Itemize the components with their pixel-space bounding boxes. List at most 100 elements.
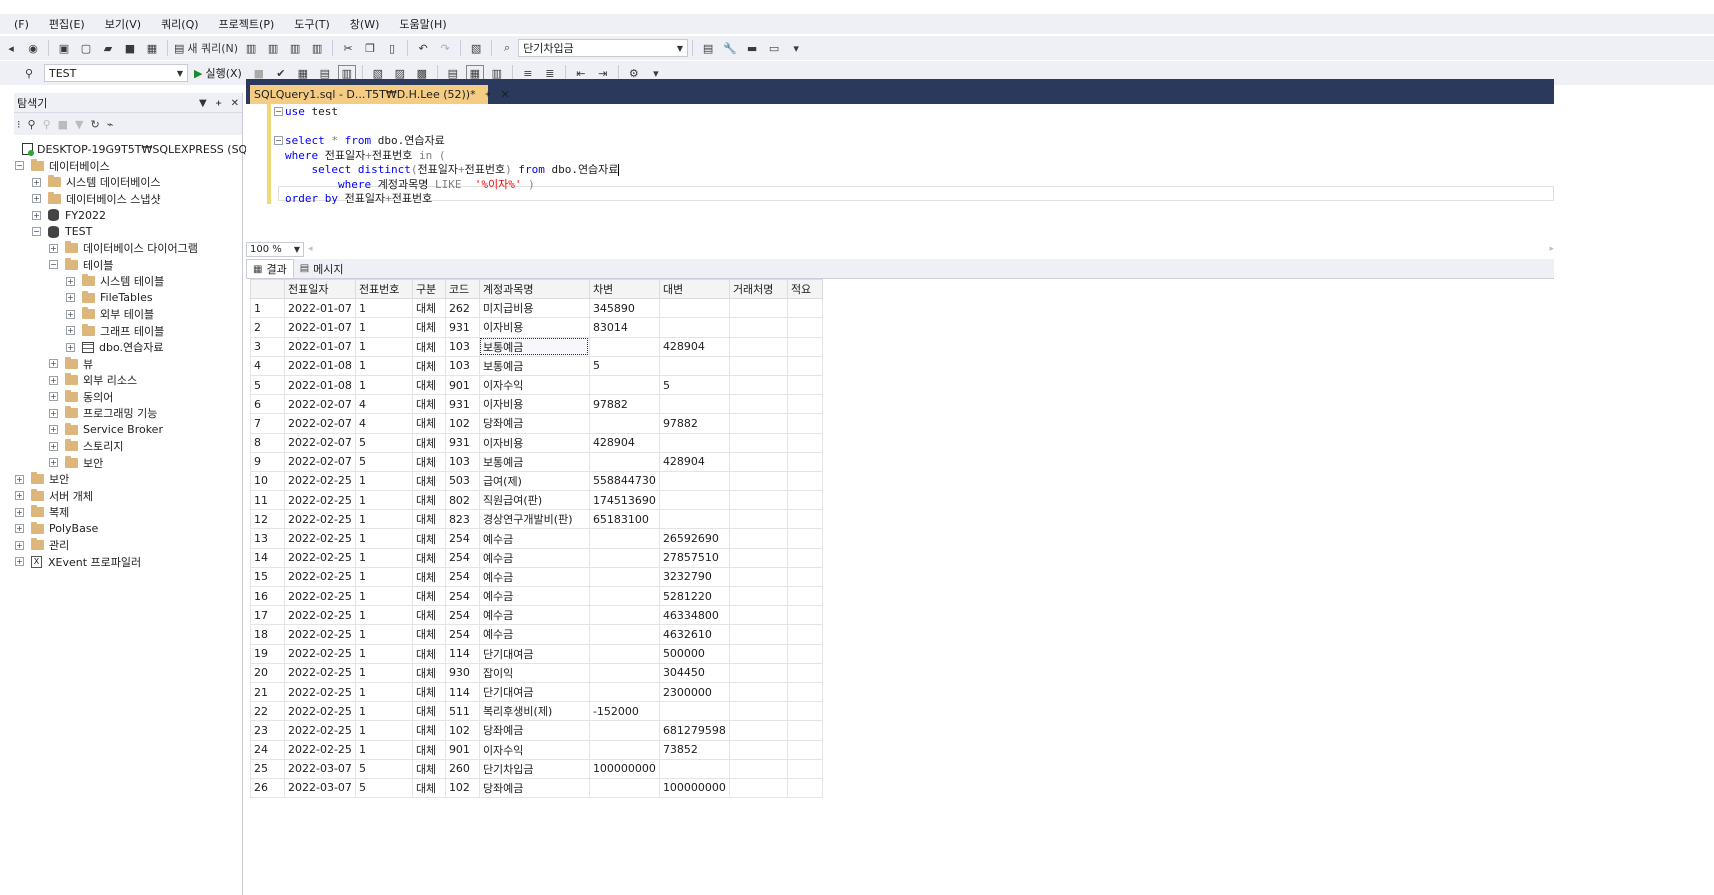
table-cell[interactable]: 이자비용 xyxy=(478,394,590,415)
tree-node[interactable]: + Service Broker xyxy=(14,422,242,439)
table-row[interactable]: 1 2022-01-07 1 대체 262 미지급비용 345890 xyxy=(250,298,823,319)
table-cell[interactable] xyxy=(588,413,660,434)
table-row[interactable]: 23 2022-02-25 1 대체 102 당좌예금 681279598 xyxy=(250,720,823,741)
menu-item[interactable]: 편집(E) xyxy=(49,16,85,32)
close-icon[interactable]: ✕ xyxy=(501,88,510,101)
table-cell[interactable] xyxy=(728,394,788,415)
table-cell[interactable]: 2022-01-08 xyxy=(284,355,356,376)
table-cell[interactable]: 304450 xyxy=(658,662,730,683)
table-cell[interactable]: 대체 xyxy=(411,509,446,530)
table-row[interactable]: 18 2022-02-25 1 대체 254 예수금 4632610 xyxy=(250,624,823,645)
tree-node[interactable]: + 외부 테이블 xyxy=(14,306,242,323)
table-cell[interactable]: 1 xyxy=(354,470,413,492)
table-cell[interactable] xyxy=(728,643,788,664)
table-cell[interactable]: 대체 xyxy=(411,701,446,722)
table-cell[interactable] xyxy=(728,681,788,703)
table-cell[interactable] xyxy=(786,566,823,588)
table-cell[interactable]: 2022-03-07 xyxy=(284,777,356,799)
table-row[interactable]: 13 2022-02-25 1 대체 254 예수금 26592690 xyxy=(250,528,823,549)
row-number[interactable]: 19 xyxy=(250,643,285,664)
table-cell[interactable]: 1 xyxy=(354,624,413,645)
table-cell[interactable] xyxy=(588,336,660,357)
table-cell[interactable]: 단기대여금 xyxy=(478,643,590,664)
pin-icon[interactable]: ᚐ xyxy=(486,89,491,100)
tree-node[interactable]: + X XEvent 프로파일러 xyxy=(14,554,242,571)
table-cell[interactable]: 단기차입금 xyxy=(478,758,590,779)
tree-node[interactable]: + 뷰 xyxy=(14,356,242,373)
expand-icon[interactable]: + xyxy=(49,408,58,418)
table-cell[interactable] xyxy=(786,624,823,645)
table-cell[interactable]: 823 xyxy=(444,509,480,530)
forward-icon[interactable]: ◉ xyxy=(24,40,42,56)
table-cell[interactable]: 103 xyxy=(444,451,480,472)
table-cell[interactable] xyxy=(658,432,730,453)
query-tab[interactable]: SQLQuery1.sql - D...T5T₩D.H.Lee (52))* ᚐ… xyxy=(250,85,510,104)
table-cell[interactable] xyxy=(588,566,660,588)
table-cell[interactable]: 1 xyxy=(354,298,413,319)
table-cell[interactable] xyxy=(728,720,788,741)
refresh-icon[interactable]: ↻ xyxy=(91,118,100,131)
table-cell[interactable] xyxy=(588,739,660,760)
new-project-icon[interactable]: ▣ xyxy=(55,40,73,56)
tree-node[interactable]: + 복제 xyxy=(14,504,242,521)
table-cell[interactable]: 558844730 xyxy=(588,470,660,492)
tree-node[interactable]: + FileTables xyxy=(14,290,242,307)
table-row[interactable]: 12 2022-02-25 1 대체 823 경상연구개발비(판) 65183100 xyxy=(250,509,823,530)
table-cell[interactable] xyxy=(728,605,788,626)
table-cell[interactable]: 2022-02-07 xyxy=(284,413,356,434)
table-cell[interactable] xyxy=(728,298,788,319)
table-cell[interactable]: 2022-03-07 xyxy=(284,758,356,779)
tree-node[interactable]: + 데이터베이스 스냅샷 xyxy=(14,191,242,208)
table-cell[interactable]: 2022-02-25 xyxy=(284,509,356,530)
query-editor[interactable]: − − use test select * from dbo.연습자료 wher… xyxy=(246,104,1554,241)
expand-icon[interactable]: + xyxy=(49,375,58,385)
table-cell[interactable]: 174513690 xyxy=(588,490,660,511)
dropdown-icon[interactable]: ▼ xyxy=(199,98,207,109)
table-cell[interactable]: 500000 xyxy=(658,643,730,664)
table-row[interactable]: 19 2022-02-25 1 대체 114 단기대여금 500000 xyxy=(250,643,823,664)
table-cell[interactable]: 급여(제) xyxy=(478,470,590,492)
table-cell[interactable] xyxy=(728,739,788,760)
collapse-icon[interactable]: − xyxy=(32,227,41,237)
table-cell[interactable] xyxy=(728,355,788,376)
table-cell[interactable]: 1 xyxy=(354,355,413,376)
table-cell[interactable]: 1 xyxy=(354,509,413,530)
table-cell[interactable]: 대체 xyxy=(411,777,446,799)
table-cell[interactable]: 2022-02-25 xyxy=(284,739,356,760)
row-number[interactable]: 6 xyxy=(250,394,285,415)
expand-icon[interactable]: + xyxy=(49,392,58,402)
table-cell[interactable]: 1 xyxy=(354,720,413,741)
table-cell[interactable] xyxy=(786,701,823,722)
row-number[interactable]: 10 xyxy=(250,470,285,492)
table-row[interactable]: 11 2022-02-25 1 대체 802 직원급여(판) 174513690 xyxy=(250,490,823,511)
database-combo[interactable]: TEST ▼ xyxy=(44,64,188,82)
table-cell[interactable]: 901 xyxy=(444,374,480,396)
table-cell[interactable]: 27857510 xyxy=(658,547,730,568)
table-cell[interactable]: 1 xyxy=(354,374,413,396)
table-cell[interactable] xyxy=(786,758,823,779)
table-cell[interactable]: 대체 xyxy=(411,662,446,683)
table-cell[interactable]: 2022-02-25 xyxy=(284,490,356,511)
table-cell[interactable]: 428904 xyxy=(588,432,660,453)
table-cell[interactable]: 5 xyxy=(588,355,660,376)
table-cell[interactable]: 2022-02-25 xyxy=(284,624,356,645)
table-cell[interactable]: 114 xyxy=(444,681,480,703)
scroll-left-icon[interactable]: ◂ xyxy=(308,244,313,254)
table-cell[interactable]: 3232790 xyxy=(658,566,730,588)
table-cell[interactable] xyxy=(786,509,823,530)
menu-item[interactable]: (F) xyxy=(14,18,29,31)
tree-node[interactable]: + 프로그래밍 기능 xyxy=(14,405,242,422)
expand-icon[interactable]: + xyxy=(32,210,41,220)
table-cell[interactable]: 65183100 xyxy=(588,509,660,530)
table-cell[interactable]: 901 xyxy=(444,739,480,760)
table-cell[interactable] xyxy=(728,662,788,683)
save-all-icon[interactable]: ▦ xyxy=(143,40,161,56)
copy-icon[interactable]: ❐ xyxy=(361,40,379,56)
table-row[interactable]: 7 2022-02-07 4 대체 102 당좌예금 97882 xyxy=(250,413,823,434)
tab-results[interactable]: ▦ 결과 xyxy=(246,259,294,278)
collapse-icon[interactable]: − xyxy=(49,260,58,270)
collapse-icon[interactable]: − xyxy=(274,136,283,145)
collapse-icon[interactable]: − xyxy=(15,161,24,171)
table-cell[interactable]: 100000000 xyxy=(588,758,660,779)
row-number[interactable]: 24 xyxy=(250,739,285,760)
